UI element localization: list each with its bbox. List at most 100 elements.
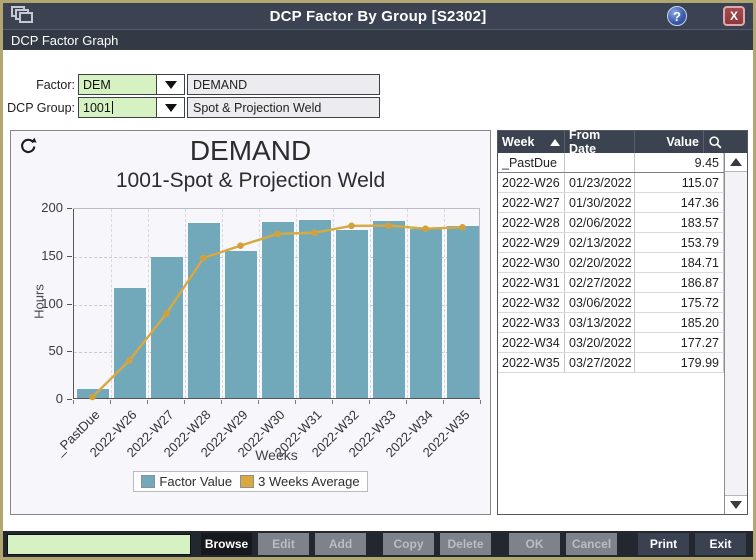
table-cell: 153.79 [635,233,724,253]
footer-button-copy: Copy [383,533,434,555]
footer-button-add: Add [315,533,366,555]
legend-item: 3 Weeks Average [240,474,359,489]
y-tick-label: 100 [23,296,63,311]
footer-button-print[interactable]: Print [638,533,689,555]
table-cell: 9.45 [635,153,724,172]
x-tick-mark [480,400,481,404]
table-cell: 01/23/2022 [565,173,635,193]
table-cell: 2022-W34 [498,333,565,353]
footer-button-exit[interactable]: Exit [695,533,746,555]
column-header-value-label: Value [666,135,699,149]
table-header: Week From Date Value [498,131,747,153]
x-tick-mark [443,400,444,404]
dcp-group-label: DCP Group: [3,101,78,115]
table-cell: 02/27/2022 [565,273,635,293]
table-row[interactable]: 2022-W3303/13/2022185.20 [498,313,724,333]
footer-button-browse[interactable]: Browse [201,533,252,555]
chart-subtitle: 1001-Spot & Projection Weld [11,169,490,193]
chevron-down-icon [165,104,177,112]
table-cell [565,153,635,172]
table-cell: 2022-W29 [498,233,565,253]
factor-description-field: DEMAND [187,74,380,95]
table-row[interactable]: 2022-W2601/23/2022115.07 [498,173,724,193]
data-table-panel: Week From Date Value _PastDue9.452022-W2… [497,130,748,515]
table-cell: 186.87 [635,273,724,293]
scroll-down-button[interactable] [725,495,747,514]
chart-legend: Factor Value 3 Weeks Average [11,471,490,492]
x-tick-mark [258,400,259,404]
column-header-from-date[interactable]: From Date [565,131,635,153]
dcp-group-code-value: 1001 [83,101,111,115]
column-header-from-date-label: From Date [569,128,630,156]
triangle-up-icon [730,158,742,166]
footer-button-ok: OK [509,533,560,555]
table-cell: 03/13/2022 [565,313,635,333]
legend-label: Factor Value [159,474,232,489]
table-cell: 115.07 [635,173,724,193]
factor-label: Factor: [3,78,78,92]
table-cell: 147.36 [635,193,724,213]
table-body: _PastDue9.452022-W2601/23/2022115.072022… [498,153,747,514]
table-cell: 03/20/2022 [565,333,635,353]
x-tick-mark [295,400,296,404]
table-cell: 03/06/2022 [565,293,635,313]
y-tick-label: 50 [23,343,63,358]
table-cell: 2022-W26 [498,173,565,193]
table-row[interactable]: 2022-W3002/20/2022184.71 [498,253,724,273]
factor-row: Factor: DEM DEMAND [3,74,380,95]
y-tick-label: 0 [23,391,63,406]
search-icon [708,134,723,151]
factor-code-value: DEM [83,78,111,92]
footer-button-cancel: Cancel [566,533,617,555]
table-cell: 02/06/2022 [565,213,635,233]
sort-ascending-icon [550,139,560,146]
x-tick-mark [369,400,370,404]
help-button[interactable]: ? [667,6,687,26]
table-cell: 179.99 [635,353,724,373]
x-tick-mark [147,400,148,404]
chart-body: Hours 050100150200 _PastDue2022-W262022-… [11,199,490,514]
table-row[interactable]: 2022-W3102/27/2022186.87 [498,273,724,293]
table-cell: 177.27 [635,333,724,353]
table-row[interactable]: 2022-W3403/20/2022177.27 [498,333,724,353]
legend-label: 3 Weeks Average [258,474,359,489]
text-cursor [112,101,113,114]
table-row[interactable]: 2022-W2802/06/2022183.57 [498,213,724,233]
chart-panel: DEMAND 1001-Spot & Projection Weld Hours… [10,130,491,515]
footer-button-delete: Delete [440,533,491,555]
average-line-series [74,209,481,400]
dcp-group-description-field: Spot & Projection Weld [187,97,380,118]
dcp-group-code-input[interactable]: 1001 [78,97,157,118]
triangle-down-icon [730,501,742,509]
y-tick-label: 150 [23,248,63,263]
close-button[interactable]: X [723,6,745,26]
column-header-week[interactable]: Week [498,131,565,153]
legend-swatch-icon [141,475,155,488]
table-scrollbar[interactable] [724,153,747,514]
table-cell: 01/30/2022 [565,193,635,213]
table-search-button[interactable] [704,131,727,153]
table-row[interactable]: _PastDue9.45 [498,153,724,173]
dcp-group-dropdown-button[interactable] [157,97,185,118]
dcp-group-row: DCP Group: 1001 Spot & Projection Weld [3,97,380,118]
column-header-value[interactable]: Value [635,131,704,153]
factor-dropdown-button[interactable] [157,74,185,95]
legend-item: Factor Value [141,474,232,489]
x-tick-mark [184,400,185,404]
status-field [7,534,191,555]
table-row[interactable]: 2022-W2902/13/2022153.79 [498,233,724,253]
chevron-down-icon [165,81,177,89]
x-tick-mark [332,400,333,404]
x-tick-mark [221,400,222,404]
factor-code-input[interactable]: DEM [78,74,157,95]
y-tick-mark [67,351,72,352]
table-cell: 175.72 [635,293,724,313]
table-row[interactable]: 2022-W3203/06/2022175.72 [498,293,724,313]
y-tick-mark [67,208,72,209]
table-cell: 2022-W32 [498,293,565,313]
table-cell: 2022-W31 [498,273,565,293]
table-row[interactable]: 2022-W2701/30/2022147.36 [498,193,724,213]
table-cell: 184.71 [635,253,724,273]
table-row[interactable]: 2022-W3503/27/2022179.99 [498,353,724,373]
scroll-up-button[interactable] [725,153,747,172]
